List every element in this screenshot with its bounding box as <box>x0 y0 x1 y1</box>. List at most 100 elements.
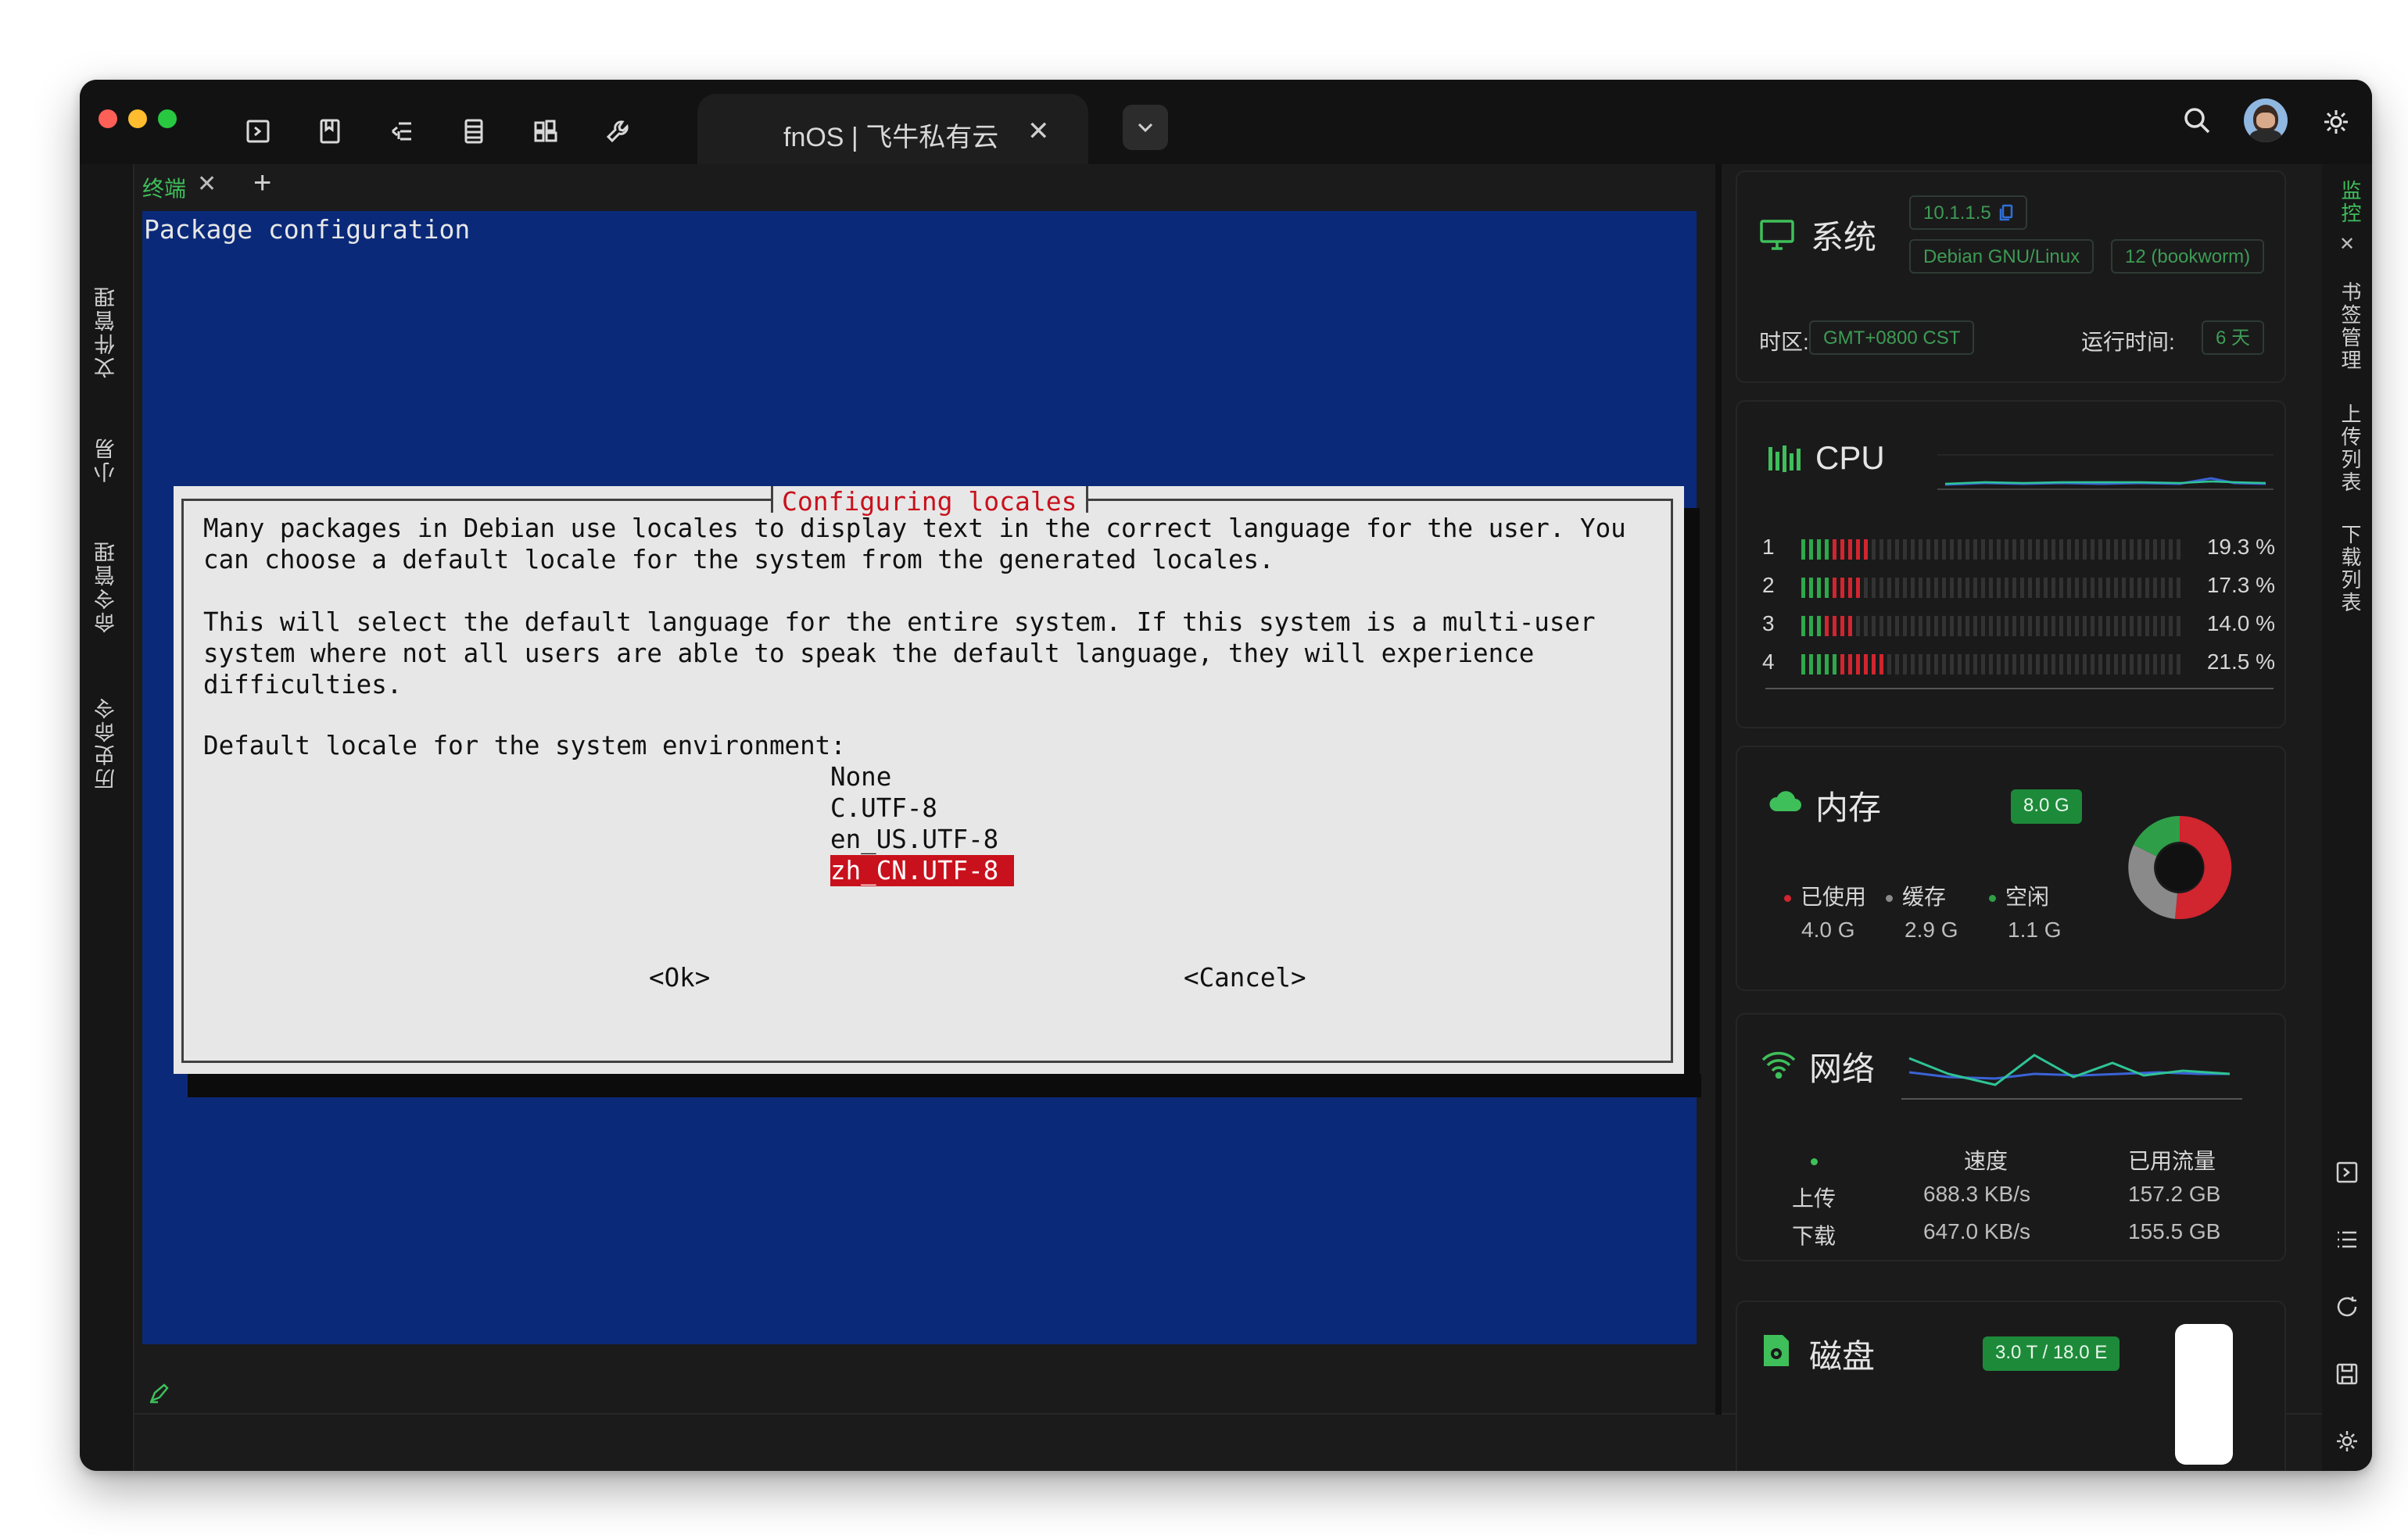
cpu-bar-segment <box>2177 616 2180 636</box>
cpu-bar-segment <box>1887 578 1891 598</box>
sidebar-item-bookmarks[interactable]: 书签管理 <box>2336 281 2365 372</box>
chevron-down-icon <box>1138 123 1153 133</box>
panel-splitter[interactable] <box>1715 164 1722 1415</box>
cpu-bar-segment <box>1942 616 1946 636</box>
sidebar-item-download-list[interactable]: 下载列表 <box>2336 524 2365 614</box>
legend-cache: 缓存 <box>1886 880 1946 911</box>
cpu-core-percent: 21.5 % <box>2206 649 2275 674</box>
refresh-icon[interactable] <box>2331 1291 2363 1322</box>
cpu-bar-segment <box>1833 616 1836 636</box>
cpu-bar-segment <box>2059 539 2063 560</box>
cpu-bar-segment <box>1989 539 1993 560</box>
cpu-bar-segment <box>1887 616 1891 636</box>
sidebar-item-file-manager[interactable]: 文件管理 <box>91 284 121 378</box>
cpu-bar-segment <box>1950 654 1954 674</box>
locale-option[interactable]: en_US.UTF-8 <box>830 824 998 855</box>
copy-icon[interactable] <box>1999 204 2013 221</box>
sidebar-item-xiaoyi[interactable]: 小易 <box>91 436 121 483</box>
cpu-bar-segment <box>1801 616 1805 636</box>
terminal-icon[interactable] <box>2331 1157 2363 1188</box>
tab-dropdown-button[interactable] <box>1123 105 1168 150</box>
tab-close-button[interactable]: ✕ <box>1027 116 1050 147</box>
cpu-bar-segment <box>1879 616 1883 636</box>
cpu-bar-segment <box>2137 654 2141 674</box>
terminal-icon[interactable] <box>239 113 277 150</box>
dialog-frame <box>181 499 1673 1063</box>
cpu-bar-segment <box>1958 654 1962 674</box>
cpu-bar-segment <box>1895 654 1899 674</box>
ok-button[interactable]: <Ok> <box>649 963 710 993</box>
search-icon[interactable] <box>2178 102 2216 139</box>
add-terminal-button[interactable]: + <box>253 166 271 201</box>
minimize-window-button[interactable] <box>128 109 147 128</box>
settings-gear-icon[interactable] <box>2331 1426 2363 1457</box>
locale-option[interactable]: C.UTF-8 <box>830 793 937 824</box>
cpu-bar-segment <box>1950 616 1954 636</box>
cpu-bar-segment <box>1840 539 1844 560</box>
cpu-bar-segment <box>2137 578 2141 598</box>
cpu-bar-segment <box>2130 616 2134 636</box>
tree-list-icon[interactable] <box>383 113 421 150</box>
cpu-bar-segment <box>2098 539 2102 560</box>
bookmark-icon[interactable] <box>311 113 349 150</box>
sidebar-item-monitor[interactable]: 监控 <box>2336 180 2365 225</box>
sidebar-item-upload-list[interactable]: 上传列表 <box>2336 403 2365 494</box>
cpu-bar-segment <box>2083 578 2087 598</box>
sidebar-item-history-commands[interactable]: 历史命令 <box>91 696 121 789</box>
cpu-bar-segment <box>1989 578 1993 598</box>
cpu-bar-segment <box>1872 539 1876 560</box>
cpu-bar-segment <box>2161 578 2165 598</box>
settings-gear-icon[interactable] <box>2317 103 2355 141</box>
avatar[interactable] <box>2244 98 2288 142</box>
cpu-bar-segment <box>1981 654 1985 674</box>
cpu-bar-segment <box>1809 578 1813 598</box>
list-icon[interactable] <box>2331 1224 2363 1255</box>
cpu-bar-segment <box>2169 578 2173 598</box>
cpu-usage-bar <box>1801 578 2180 598</box>
sidebar-item-command-manager[interactable]: 命令管理 <box>91 539 121 633</box>
tab-fnos[interactable]: fnOS | 飞牛私有云 ✕ <box>697 94 1088 164</box>
locale-option[interactable]: None <box>830 761 891 793</box>
cancel-button[interactable]: <Cancel> <box>1184 963 1306 993</box>
terminal-screen[interactable]: Package configuration Configuring locale… <box>142 211 1701 1344</box>
cpu-bar-segment <box>1825 654 1829 674</box>
grid-layout-icon[interactable] <box>527 113 564 150</box>
cpu-bar-segment <box>2137 616 2141 636</box>
cpu-core-number: 2 <box>1762 573 1775 597</box>
cpu-bar-segment <box>2036 578 2040 598</box>
pen-icon[interactable] <box>145 1379 174 1407</box>
cpu-bar-segment <box>2036 654 2040 674</box>
cpu-bar-segment <box>1942 539 1946 560</box>
cloud-icon <box>1769 791 1801 811</box>
terminal-tab-close-button[interactable]: ✕ <box>197 170 217 198</box>
save-icon[interactable] <box>2331 1358 2363 1390</box>
monitor-close-icon[interactable]: ✕ <box>2339 233 2355 256</box>
dialog-shadow-right <box>1684 508 1700 1097</box>
cpu-bar-segment <box>1817 578 1821 598</box>
cpu-bar-segment <box>1887 539 1891 560</box>
dialog-text-line: system where not all users are able to s… <box>203 639 1535 668</box>
cpu-bar-segment <box>2153 654 2157 674</box>
cpu-bar-segment <box>2075 654 2079 674</box>
download-label: 下载 <box>1792 1224 1836 1248</box>
cpu-bar-segment <box>2012 616 2016 636</box>
terminal-tab[interactable]: 终端 <box>142 172 186 203</box>
dialog-text-line: This will select the default language fo… <box>203 607 1596 637</box>
disk-usage-bar <box>2175 1324 2233 1465</box>
file-list-icon[interactable] <box>455 113 493 150</box>
cpu-bar-segment <box>1856 616 1860 636</box>
cpu-card: CPU 1 19.3 % 2 17.3 % 3 14.0 % 4 21.5 % <box>1736 400 2286 728</box>
cpu-bar-segment <box>2020 539 2024 560</box>
maximize-window-button[interactable] <box>158 109 177 128</box>
cpu-bar-segment <box>2130 578 2134 598</box>
wrench-icon[interactable] <box>599 113 636 150</box>
cpu-sparkline <box>1937 454 2274 490</box>
close-window-button[interactable] <box>99 109 117 128</box>
cpu-axis-line <box>1765 688 2274 689</box>
locale-option-selected[interactable]: zh_CN.UTF-8 <box>830 855 1015 886</box>
cpu-bar-segment <box>2075 578 2079 598</box>
cpu-bar-segment <box>2059 578 2063 598</box>
cpu-bar-segment <box>1864 654 1868 674</box>
cpu-bar-segment <box>2059 654 2063 674</box>
traffic-header: 已用流量 <box>2128 1149 2216 1173</box>
